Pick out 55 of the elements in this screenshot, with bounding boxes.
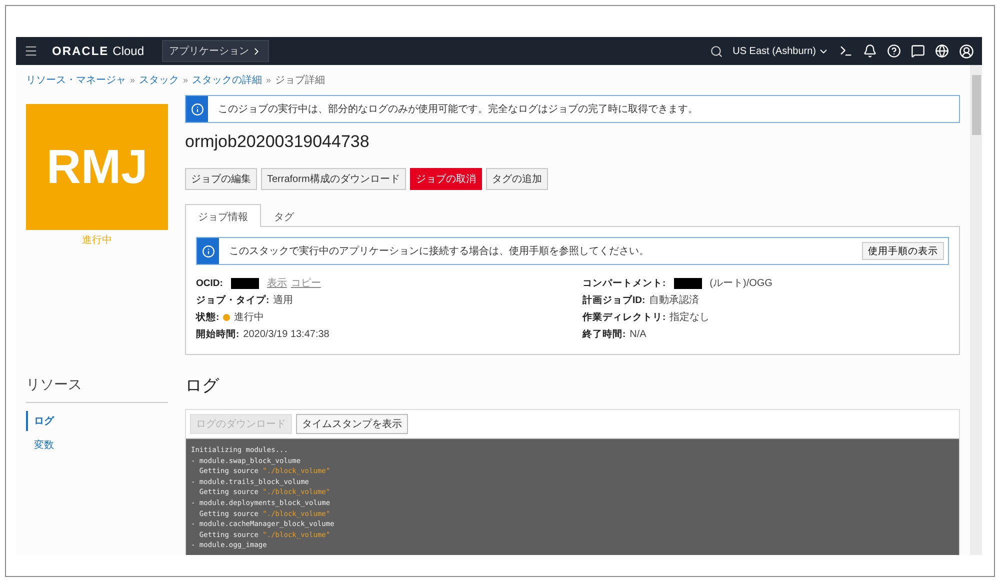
bell-icon[interactable] — [863, 44, 877, 58]
breadcrumb-link[interactable]: スタック — [139, 73, 180, 87]
user-icon[interactable] — [959, 44, 974, 58]
log-title: ログ — [185, 375, 220, 397]
chat-icon[interactable] — [911, 44, 925, 58]
detail-label: 計画ジョブID: — [582, 294, 646, 306]
help-icon[interactable] — [887, 44, 901, 58]
tab[interactable]: タグ — [261, 204, 307, 227]
detail-label: ジョブ・タイプ: — [196, 294, 270, 306]
terminal-icon[interactable] — [839, 44, 853, 58]
resource-link[interactable]: 変数 — [26, 435, 168, 455]
info-icon — [197, 238, 219, 264]
breadcrumb-separator: » — [183, 75, 188, 85]
detail-link[interactable]: コピー — [290, 276, 321, 290]
instructions-button[interactable]: 使用手順の表示 — [862, 242, 944, 260]
detail-value: 指定なし — [670, 310, 710, 324]
detail-label: 終了時間: — [582, 328, 626, 340]
notice-text: このジョブの実行中は、部分的なログのみが使用可能です。完全なログはジョブの完了時に取得できます。 — [217, 102, 699, 117]
detail-label: 開始時間: — [196, 328, 240, 340]
detail-label: OCID: — [196, 278, 223, 288]
applications-button[interactable]: アプリケーション — [162, 40, 270, 62]
resources-title: リソース — [26, 376, 168, 403]
log-button[interactable]: タイムスタンプを表示 — [296, 414, 408, 434]
badge-status: 進行中 — [81, 234, 113, 247]
info-banner-text: このスタックで実行中のアプリケーションに接続する場合は、使用手順を参照してください。 — [228, 244, 650, 259]
detail-value: 自動承認済 — [649, 294, 700, 307]
menu-icon[interactable] — [24, 44, 38, 58]
job-title: ormjob20200319044738 — [185, 132, 370, 152]
search-icon[interactable] — [710, 44, 723, 58]
job-badge: RMJ — [26, 104, 168, 230]
breadcrumb-link[interactable]: スタックの詳細 — [192, 73, 262, 87]
breadcrumb-separator: » — [266, 75, 272, 85]
tab[interactable]: ジョブ情報 — [185, 204, 261, 227]
breadcrumb-link[interactable]: リソース・マネージャ — [26, 73, 126, 87]
detail-value: 適用 — [273, 294, 294, 307]
detail-value: 2020/3/19 13:47:38 — [243, 328, 330, 340]
detail-value: N/A — [630, 328, 646, 340]
detail-label: 状態: — [196, 310, 220, 324]
action-button[interactable]: Terraform構成のダウンロード — [261, 168, 406, 190]
action-button[interactable]: ジョブの編集 — [185, 168, 257, 190]
detail-value: 進行中 — [234, 310, 264, 324]
scrollbar[interactable] — [970, 65, 982, 555]
detail-value: (ルート)/OGG — [710, 277, 772, 290]
globe-icon[interactable] — [935, 44, 949, 58]
logo-product: Cloud — [112, 44, 144, 58]
action-button[interactable]: タグの追加 — [486, 168, 548, 190]
breadcrumb-current: ジョブ詳細 — [275, 74, 326, 87]
breadcrumb-separator: » — [130, 75, 136, 85]
detail-link[interactable]: 表示 — [266, 276, 287, 290]
detail-label: コンパートメント: — [582, 276, 666, 290]
detail-label: 作業ディレクトリ: — [582, 310, 666, 324]
logo-brand: ORACLE — [52, 44, 109, 58]
resource-link[interactable]: ログ — [26, 411, 168, 431]
region-selector[interactable]: US East (Ashburn) — [732, 46, 829, 56]
action-button[interactable]: ジョブの取消 — [410, 168, 482, 190]
